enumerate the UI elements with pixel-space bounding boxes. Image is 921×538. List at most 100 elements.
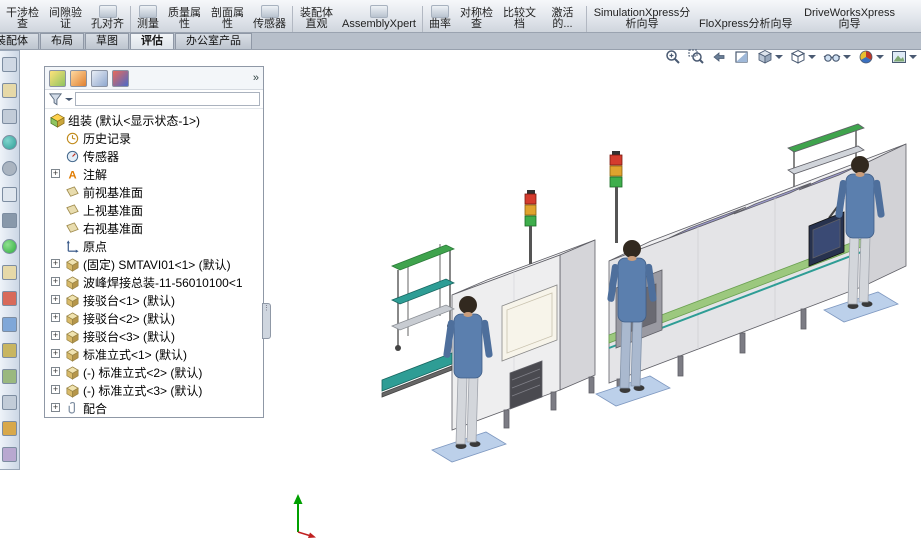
plane-icon — [65, 185, 80, 200]
sensors-button[interactable]: 传感器 — [249, 0, 290, 32]
pencil-icon[interactable] — [2, 421, 17, 436]
clearance-verification-button[interactable]: 间隙验证 — [44, 0, 87, 32]
configurationmanager-tab-icon[interactable] — [91, 69, 108, 87]
tree-item-component[interactable]: + (固定) SMTAVI01<1> (默认) — [45, 255, 263, 273]
expand-icon[interactable]: + — [51, 385, 60, 394]
wrench-icon[interactable] — [2, 57, 17, 72]
tree-filter-row — [45, 90, 263, 109]
tree-item-history[interactable]: 历史记录 — [45, 129, 263, 147]
assembly-icon — [50, 113, 65, 128]
snowflake-icon[interactable] — [2, 187, 17, 202]
graphics-viewport[interactable] — [264, 48, 921, 538]
left-tool-strip — [0, 50, 20, 470]
tree-item-sensors[interactable]: 传感器 — [45, 147, 263, 165]
panel-expand-chevron[interactable]: » — [253, 72, 259, 84]
tree-item-component[interactable]: + 接驳台<1> (默认) — [45, 291, 263, 309]
image-icon[interactable] — [2, 369, 17, 384]
tree-item-component[interactable]: + (-) 标准立式<2> (默认) — [45, 363, 263, 381]
measure-icon — [139, 5, 157, 18]
history-icon — [65, 131, 80, 146]
component-icon — [65, 365, 80, 380]
tree-root-assembly[interactable]: 组装 (默认<显示状态-1>) — [45, 111, 263, 129]
curvature-icon — [430, 5, 449, 18]
cart-front-left[interactable] — [391, 244, 455, 351]
tab-office-products[interactable]: 办公室产品 — [175, 33, 252, 49]
tree-item-top-plane[interactable]: 上视基准面 — [45, 201, 263, 219]
conveyor-left[interactable] — [381, 352, 453, 398]
sphere-icon[interactable] — [2, 135, 17, 150]
green-ball-icon[interactable] — [2, 239, 17, 254]
expand-icon[interactable]: + — [51, 169, 60, 178]
origin-icon — [65, 239, 80, 254]
tree-item-annotations[interactable]: + 注解 — [45, 165, 263, 183]
palette-icon[interactable] — [2, 447, 17, 462]
tab-sketch[interactable]: 草图 — [85, 33, 129, 49]
ribbon-separator — [585, 6, 587, 32]
assembly-visualization-button[interactable]: 装配体直观 — [295, 0, 338, 32]
floxpress-wizard-button[interactable]: FloXpress分析向导 — [695, 0, 797, 32]
hole-alignment-button[interactable]: 孔对齐 — [87, 0, 128, 32]
arrow-down-icon[interactable] — [2, 395, 17, 410]
mass-properties-button[interactable]: 质量属性 — [163, 0, 206, 32]
assemblyxpert-icon — [369, 5, 388, 18]
expand-icon[interactable]: + — [51, 259, 60, 268]
ruler-icon[interactable] — [2, 83, 17, 98]
tree-item-component[interactable]: + 接驳台<2> (默认) — [45, 309, 263, 327]
signal-tower-1[interactable] — [524, 190, 537, 264]
measure-button[interactable]: 测量 — [133, 0, 163, 32]
component-icon — [65, 329, 80, 344]
active-documents-button[interactable]: 激活的... — [541, 0, 584, 32]
featuremanager-design-tree: » 组装 (默认<显示状态-1>) 历史记录 传感器 + 注解 前视基准面 上视… — [44, 66, 264, 418]
expand-icon[interactable]: + — [51, 403, 60, 412]
gear-icon[interactable] — [2, 161, 17, 176]
crosshair-icon[interactable] — [2, 291, 17, 306]
eye-icon[interactable] — [2, 317, 17, 332]
plane-icon — [65, 203, 80, 218]
filter-funnel-icon[interactable] — [48, 92, 63, 107]
expand-icon[interactable]: + — [51, 367, 60, 376]
interference-detection-button[interactable]: 干涉检查 — [1, 0, 44, 32]
funnel-icon[interactable] — [2, 213, 17, 228]
signal-tower-2[interactable] — [609, 151, 623, 243]
section-properties-button[interactable]: 剖面属性 — [206, 0, 249, 32]
curvature-button[interactable]: 曲率 — [425, 0, 455, 32]
pushpin-icon[interactable] — [2, 109, 17, 124]
component-icon — [65, 347, 80, 362]
tree-list: 组装 (默认<显示状态-1>) 历史记录 传感器 + 注解 前视基准面 上视基准… — [45, 109, 263, 417]
tree-item-front-plane[interactable]: 前视基准面 — [45, 183, 263, 201]
expand-icon[interactable]: + — [51, 331, 60, 340]
tree-item-origin[interactable]: 原点 — [45, 237, 263, 255]
symmetry-check-button[interactable]: 对称检查 — [455, 0, 498, 32]
expand-icon[interactable]: + — [51, 277, 60, 286]
component-icon — [65, 275, 80, 290]
tree-item-component[interactable]: + 波峰焊接总装-11-56010100<1 — [45, 273, 263, 291]
component-icon — [65, 311, 80, 326]
displaymanager-tab-icon[interactable] — [112, 69, 129, 87]
tree-item-right-plane[interactable]: 右视基准面 — [45, 219, 263, 237]
expand-icon[interactable]: + — [51, 313, 60, 322]
compare-documents-button[interactable]: 比较文档 — [498, 0, 541, 32]
tree-item-component[interactable]: + 标准立式<1> (默认) — [45, 345, 263, 363]
component-icon — [65, 293, 80, 308]
tab-evaluate[interactable]: 评估 — [130, 33, 174, 49]
tree-item-component[interactable]: + (-) 标准立式<3> (默认) — [45, 381, 263, 399]
panel-header: » — [45, 67, 263, 90]
measure-icon[interactable] — [2, 265, 17, 280]
driveworksxpress-wizard-button[interactable]: DriveWorksXpress向导 — [797, 0, 903, 32]
tab-layout[interactable]: 布局 — [40, 33, 84, 49]
expand-icon[interactable]: + — [51, 295, 60, 304]
annotations-icon — [65, 167, 80, 182]
featuremanager-tab-icon[interactable] — [49, 69, 66, 87]
tree-filter-input[interactable] — [75, 92, 260, 106]
tree-item-mates[interactable]: + 配合 — [45, 399, 263, 417]
hole-alignment-icon — [98, 5, 117, 18]
assemblyxpert-button[interactable]: AssemblyXpert — [338, 0, 420, 32]
expand-icon[interactable]: + — [51, 349, 60, 358]
ribbon-evaluate-toolbar: 干涉检查 间隙验证 孔对齐 测量 质量属性 剖面属性 传感器 装配体直观 Ass… — [0, 0, 921, 33]
propertymanager-tab-icon[interactable] — [70, 69, 87, 87]
filter-caret[interactable] — [65, 97, 73, 101]
tree-item-component[interactable]: + 接驳台<3> (默认) — [45, 327, 263, 345]
tab-assembly[interactable]: 装配体 — [0, 33, 39, 49]
lock-icon[interactable] — [2, 343, 17, 358]
simulationxpress-wizard-button[interactable]: SimulationXpress分析向导 — [589, 0, 695, 32]
